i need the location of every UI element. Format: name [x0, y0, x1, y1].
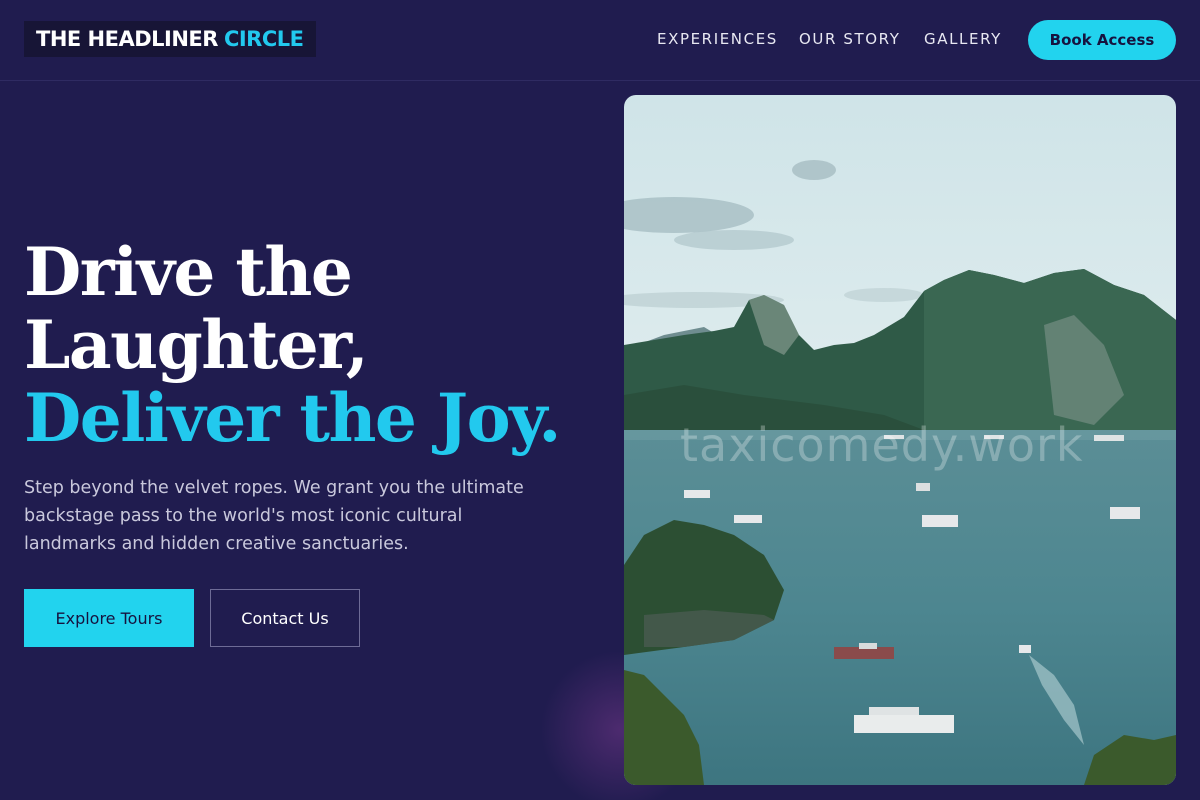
explore-tours-button[interactable]: Explore Tours	[24, 589, 194, 647]
nav-our-story[interactable]: OUR STORY	[799, 30, 901, 48]
hero-headline: Drive the Laughter, Deliver the Joy.	[24, 236, 584, 455]
headline-line-1: Drive the	[24, 233, 353, 311]
nav-gallery[interactable]: GALLERY	[924, 30, 1002, 48]
headline-accent: Deliver the Joy.	[24, 379, 561, 457]
site-header: THE HEADLINER CIRCLE EXPERIENCES OUR STOR…	[0, 0, 1200, 81]
hero-image: taxicomedy.work	[624, 95, 1176, 785]
image-watermark: taxicomedy.work	[680, 418, 1084, 472]
book-access-button[interactable]: Book Access	[1028, 20, 1176, 60]
logo-primary-text: THE HEADLINER	[36, 27, 218, 51]
headline-line-2: Laughter,	[24, 306, 369, 384]
hero-description: Step beyond the velvet ropes. We grant y…	[24, 478, 524, 554]
nav-experiences[interactable]: EXPERIENCES	[657, 30, 778, 48]
contact-us-button[interactable]: Contact Us	[210, 589, 360, 647]
site-logo[interactable]: THE HEADLINER CIRCLE	[24, 21, 316, 57]
logo-accent-text: CIRCLE	[223, 27, 304, 51]
